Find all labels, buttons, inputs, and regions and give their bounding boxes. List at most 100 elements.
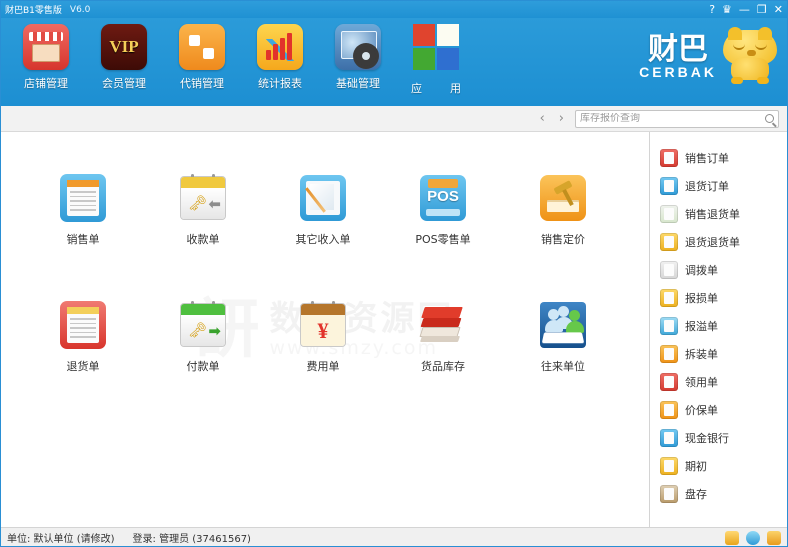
sales-return-icon (660, 205, 678, 223)
tile-return-order[interactable]: 退货单 (23, 299, 143, 374)
search-input[interactable] (580, 113, 762, 124)
sidebar-item-label: 期初 (685, 460, 707, 473)
sidebar-item-label: 销售订单 (685, 152, 729, 165)
sidebar-item-loss-report[interactable]: 报损单 (660, 284, 787, 312)
nav-forward-button[interactable]: › (556, 112, 567, 125)
payment-icon: 🗝 ➡ (177, 299, 229, 351)
tile-label: 往来单位 (541, 360, 585, 373)
requisition-icon (660, 373, 678, 391)
status-bar: 单位: 默认单位 (请修改) 登录: 管理员 (37461567) (1, 527, 787, 546)
tile-label: 货品库存 (421, 360, 465, 373)
tile-inventory[interactable]: 货品库存 (383, 299, 503, 374)
main-panel: 訮 数码资源网 www.smzy.com 销售单 🗝 ⬅ 收款单 其它收入单 P… (1, 132, 649, 527)
tile-sales-order[interactable]: 销售单 (23, 172, 143, 247)
tile-label: 收款单 (186, 233, 220, 246)
toolbar-item-applications[interactable]: 应 用 (397, 24, 475, 96)
sidebar-item-cash-bank[interactable]: 现金银行 (660, 424, 787, 452)
toolbar-item-consignment-management[interactable]: 代销管理 (163, 24, 241, 96)
crown-icon[interactable]: ♛ (722, 4, 732, 15)
chat-icon[interactable] (746, 530, 760, 545)
sidebar-item-transfer[interactable]: 调拨单 (660, 256, 787, 284)
sales-order-icon (660, 149, 678, 167)
tile-payment[interactable]: 🗝 ➡ 付款单 (143, 299, 263, 374)
toolbar-item-basic-management[interactable]: 基础管理 (319, 24, 397, 96)
tile-pos-retail[interactable]: POS POS零售单 (383, 172, 503, 247)
gear-icon (356, 46, 376, 66)
status-icons (725, 528, 781, 547)
help-icon[interactable]: ? (709, 4, 715, 15)
sidebar-item-label: 报溢单 (685, 320, 718, 333)
vip-icon: VIP (101, 24, 147, 70)
sidebar-item-sales-return[interactable]: 销售退货单 (660, 200, 787, 228)
return-order-icon (660, 177, 678, 195)
tile-partners[interactable]: 往来单位 (503, 299, 623, 374)
toolbar-item-store-management[interactable]: 店铺管理 (7, 24, 85, 96)
window-controls: ? ♛ — ❐ ✕ (709, 1, 783, 18)
apps-labels: 应 用 (411, 75, 461, 96)
status-unit: 单位: 默认单位 (请修改) (7, 533, 115, 545)
sidebar-item-label: 拆装单 (685, 348, 718, 361)
return-order-icon (57, 299, 109, 351)
sidebar-item-sales-order[interactable]: 销售订单 (660, 144, 787, 172)
tile-label: 其它收入单 (295, 233, 351, 246)
sidebar-item-label: 盘存 (685, 488, 707, 501)
tile-label: 销售定价 (541, 233, 585, 246)
brand-name-cn: 财巴 (648, 31, 709, 67)
sidebar-item-label: 退货订单 (685, 180, 729, 193)
cash-bank-icon (660, 429, 678, 447)
partners-icon (537, 299, 589, 351)
toolbar-label: 代销管理 (180, 77, 224, 90)
tile-other-income[interactable]: 其它收入单 (263, 172, 383, 247)
application-window: 财巴B1零售版 V6.0 ? ♛ — ❐ ✕ 店铺管理 VIP 会员管理 代销管… (0, 0, 788, 547)
sidebar-item-assembly[interactable]: 拆装单 (660, 340, 787, 368)
sidebar-item-label: 退货退货单 (685, 236, 740, 249)
tile-label: 费用单 (306, 360, 340, 373)
shirt-icon[interactable] (725, 530, 739, 545)
tile-sales-pricing[interactable]: 销售定价 (503, 172, 623, 247)
sidebar-item-requisition[interactable]: 领用单 (660, 368, 787, 396)
main-toolbar: 店铺管理 VIP 会员管理 代销管理 统计报表 基础管理 应 用 财巴 CERB… (1, 18, 787, 106)
search-icon[interactable] (765, 114, 774, 123)
search-box[interactable] (575, 109, 779, 128)
sidebar-item-stocktaking[interactable]: 盘存 (660, 480, 787, 508)
sidebar-item-return-order[interactable]: 退货订单 (660, 172, 787, 200)
toolbar-label: 统计报表 (258, 77, 302, 90)
brand-name-en: CERBAK (639, 63, 717, 80)
brand-logo: 财巴 CERBAK (639, 27, 779, 84)
sales-order-icon (57, 172, 109, 224)
toolbar-label: 店铺管理 (24, 77, 68, 90)
consignment-icon (179, 24, 225, 70)
sidebar-item-overflow-report[interactable]: 报溢单 (660, 312, 787, 340)
receipt-icon: 🗝 ⬅ (177, 172, 229, 224)
apps-label-left: 应 (411, 82, 422, 95)
maximize-button[interactable]: ❐ (757, 4, 767, 15)
tile-receipt[interactable]: 🗝 ⬅ 收款单 (143, 172, 263, 247)
nav-back-button[interactable]: ‹ (537, 112, 548, 125)
sidebar-item-purchase-return[interactable]: 退货退货单 (660, 228, 787, 256)
sidebar-item-label: 价保单 (685, 404, 718, 417)
toolbar-label: 会员管理 (102, 77, 146, 90)
inventory-icon (417, 299, 469, 351)
other-income-icon (297, 172, 349, 224)
sidebar-item-price-protection[interactable]: 价保单 (660, 396, 787, 424)
toolbar-item-statistics-report[interactable]: 统计报表 (241, 24, 319, 96)
assembly-icon (660, 345, 678, 363)
toolbar-items: 店铺管理 VIP 会员管理 代销管理 统计报表 基础管理 应 用 (1, 18, 475, 96)
purchase-return-icon (660, 233, 678, 251)
sidebar-item-label: 领用单 (685, 376, 718, 389)
sidebar-item-opening-balance[interactable]: 期初 (660, 452, 787, 480)
apps-label-right: 用 (450, 82, 461, 95)
minimize-button[interactable]: — (739, 4, 750, 15)
sales-pricing-icon (537, 172, 589, 224)
brand-text: 财巴 CERBAK (639, 31, 717, 80)
pos-text: POS (427, 188, 459, 205)
toolbar-item-member-management[interactable]: VIP 会员管理 (85, 24, 163, 96)
close-button[interactable]: ✕ (774, 4, 783, 15)
tile-grid: 销售单 🗝 ⬅ 收款单 其它收入单 POS POS零售单 销售定价 退货单 🗝 … (1, 172, 649, 374)
transfer-icon (660, 261, 678, 279)
tile-label: 销售单 (66, 233, 100, 246)
window-version: V6.0 (69, 4, 91, 15)
pos-retail-icon: POS (417, 172, 469, 224)
grid-icon[interactable] (767, 530, 781, 545)
tile-expense[interactable]: ¥ 费用单 (263, 299, 383, 374)
